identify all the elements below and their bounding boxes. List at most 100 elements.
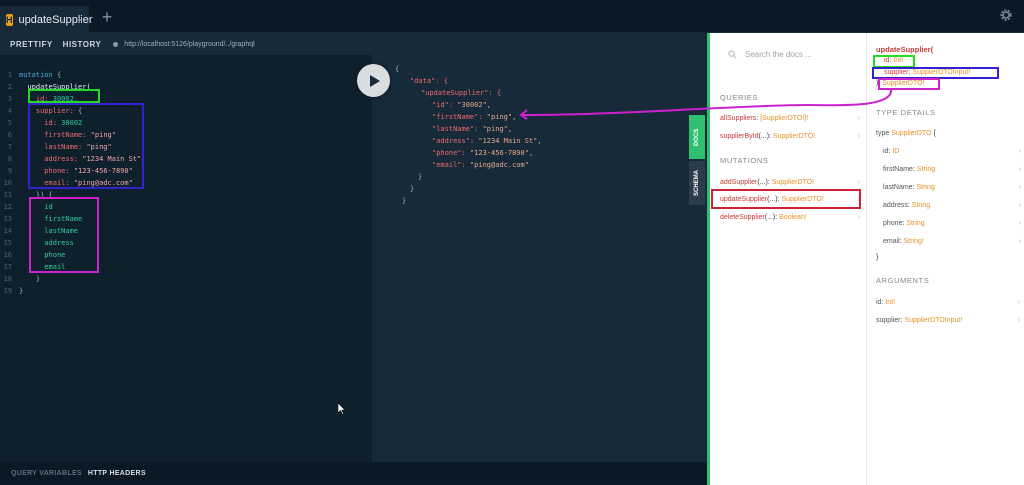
chevron-right-icon: › xyxy=(1018,148,1021,155)
json-field-value: "30002", xyxy=(457,101,492,109)
endpoint-url[interactable]: http://localhost:5126/playground/../grap… xyxy=(124,41,254,48)
chevron-right-icon: › xyxy=(1018,184,1021,191)
settings-gear-icon[interactable] xyxy=(999,8,1013,22)
json-brace: } xyxy=(410,185,415,193)
brace: { xyxy=(56,71,62,79)
json-field-value: "1234 Main St", xyxy=(478,137,542,145)
selection-field: lastName xyxy=(44,227,79,235)
input-field-key: phone: xyxy=(44,167,70,175)
json-brace: } xyxy=(418,173,423,181)
input-field-key: firstName: xyxy=(44,131,87,139)
query-variables-tab[interactable]: QUERY VARIABLES xyxy=(11,470,82,477)
arg-name: supplier xyxy=(884,69,909,76)
mouse-cursor-icon xyxy=(338,403,346,415)
json-data-key: "data": { xyxy=(410,77,448,85)
arg-type[interactable]: Int! xyxy=(893,57,903,64)
chevron-right-icon: › xyxy=(1018,220,1021,227)
play-icon xyxy=(369,74,380,87)
chevron-right-icon: › xyxy=(857,133,860,140)
mutation-item[interactable]: deleteSupplier(...): Boolean! › xyxy=(720,214,862,221)
chevron-right-icon: › xyxy=(857,214,860,221)
json-field-key: "lastName": xyxy=(432,125,479,133)
graphql-logo-icon: H xyxy=(6,13,13,26)
docs-search-input[interactable]: Search the docs ... xyxy=(728,50,812,59)
selection-field: phone xyxy=(44,251,66,259)
selection-field: id xyxy=(44,203,53,211)
annotation-arrow-icon xyxy=(519,87,893,120)
query-item[interactable]: supplierById(...): SupplierDTO! › xyxy=(720,133,862,140)
json-field-key: "firstName": xyxy=(432,113,483,121)
line-number: 8 xyxy=(7,155,12,163)
input-field-value: "ping" xyxy=(90,131,116,139)
argument-item[interactable]: id: Int! › xyxy=(876,299,1022,306)
side-tabs: DOCS SCHEMA xyxy=(689,115,705,207)
type-field[interactable]: email: String! › xyxy=(883,238,1023,245)
bottom-bar: QUERY VARIABLES HTTP HEADERS xyxy=(0,462,708,485)
prettify-button[interactable]: PRETTIFY xyxy=(10,40,53,49)
type-field[interactable]: lastName: String › xyxy=(883,184,1023,191)
line-number: 9 xyxy=(7,167,12,175)
brace: { xyxy=(78,107,83,115)
arguments-title: ARGUMENTS xyxy=(876,276,930,285)
chevron-right-icon: › xyxy=(857,196,860,203)
line-number: 3 xyxy=(7,95,12,103)
arg-type[interactable]: SupplierDTOInput! xyxy=(912,69,970,76)
history-button[interactable]: HISTORY xyxy=(63,40,102,49)
mutation-item[interactable]: addSupplier(...): SupplierDTO! › xyxy=(720,179,862,186)
chevron-right-icon: › xyxy=(1018,238,1021,245)
endpoint-status-icon xyxy=(113,41,119,47)
line-number: 6 xyxy=(7,131,12,139)
brace: } xyxy=(19,287,24,295)
line-number: 11 xyxy=(3,191,12,199)
input-field-key: lastName: xyxy=(44,143,83,151)
close-tab-icon[interactable]: × xyxy=(78,15,83,25)
query-editor[interactable]: 1 mutation { 2 updateSupplier( 3 id: 3000… xyxy=(0,55,372,462)
line-number: 16 xyxy=(3,251,12,259)
search-placeholder: Search the docs ... xyxy=(745,50,812,59)
input-field-key: id: xyxy=(44,119,57,127)
chevron-right-icon: › xyxy=(857,179,860,186)
field-detail-title: updateSupplier( xyxy=(876,45,934,54)
input-field-value: "ping" xyxy=(86,143,112,151)
json-operation-key: "updateSupplier": { xyxy=(421,89,502,97)
json-field-key: "phone": xyxy=(432,149,466,157)
type-field[interactable]: phone: String › xyxy=(883,220,1023,227)
json-brace: } xyxy=(402,197,407,205)
type-field[interactable]: firstName: String › xyxy=(883,166,1023,173)
line-number: 17 xyxy=(3,263,12,271)
chevron-right-icon: › xyxy=(1017,299,1020,306)
line-number: 15 xyxy=(3,239,12,247)
type-field[interactable]: address: String › xyxy=(883,202,1023,209)
line-number: 14 xyxy=(3,227,12,235)
json-field-key: "address": xyxy=(432,137,475,145)
tab-bar: H updateSupplier × + xyxy=(0,0,1024,33)
mutation-item-selected[interactable]: updateSupplier(...): SupplierDTO! › xyxy=(720,196,862,203)
input-field-value: "1234 Main St" xyxy=(82,155,142,163)
input-field-value: "ping@adc.com" xyxy=(73,179,133,187)
input-field-value: "123-456-7890" xyxy=(73,167,133,175)
json-field-key: "email": xyxy=(432,161,466,169)
editor-toolbar: PRETTIFY HISTORY http://localhost:5126/p… xyxy=(0,33,708,55)
line-number: 2 xyxy=(7,83,12,91)
argument-item[interactable]: supplier: SupplierDTOInput! › xyxy=(876,317,1022,324)
line-number: 19 xyxy=(3,287,12,295)
line-number: 7 xyxy=(7,143,12,151)
mutation-keyword: mutation xyxy=(19,71,53,79)
query-tab[interactable]: H updateSupplier × xyxy=(0,6,93,33)
http-headers-tab[interactable]: HTTP HEADERS xyxy=(88,470,146,477)
json-field-value: "ping", xyxy=(482,125,513,133)
selection-field: firstName xyxy=(44,215,83,223)
supplier-argument: supplier: xyxy=(35,107,74,115)
json-field-key: "id": xyxy=(432,101,454,109)
close-paren: }) { xyxy=(35,191,53,199)
execute-query-button[interactable] xyxy=(357,64,390,97)
add-tab-button[interactable]: + xyxy=(96,8,118,28)
line-number: 18 xyxy=(3,275,12,283)
schema-tab[interactable]: SCHEMA xyxy=(689,161,705,205)
line-number: 10 xyxy=(3,179,12,187)
input-field-value: 30002 xyxy=(61,119,83,127)
mutations-section-title: MUTATIONS xyxy=(720,156,769,165)
json-field-value: "ping@adc.com" xyxy=(469,161,529,169)
json-brace: { xyxy=(395,65,400,73)
type-field[interactable]: id: ID › xyxy=(883,148,1023,155)
